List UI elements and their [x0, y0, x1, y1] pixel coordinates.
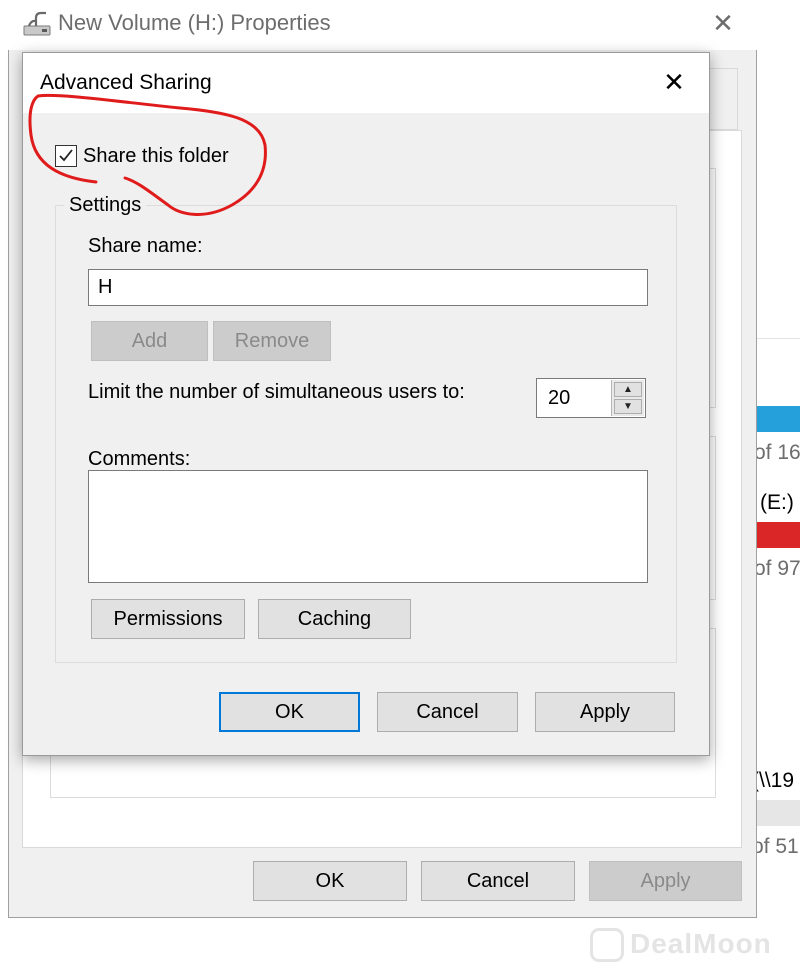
remove-button[interactable]: Remove	[213, 321, 331, 361]
properties-window-title: New Volume (H:) Properties	[58, 10, 331, 35]
spin-up-icon[interactable]: ▲	[614, 382, 642, 397]
watermark-text: DealMoon	[630, 928, 772, 959]
checkmark-icon	[59, 149, 73, 162]
spin-down-icon[interactable]: ▼	[614, 399, 642, 414]
add-button[interactable]: Add	[91, 321, 208, 361]
properties-cancel-button[interactable]: Cancel	[421, 861, 575, 901]
limit-users-label: Limit the number of simultaneous users t…	[88, 381, 465, 403]
drive-usage-bar-blue	[757, 406, 800, 432]
comments-label: Comments:	[88, 448, 191, 470]
share-this-folder-label[interactable]: Share this folder	[83, 145, 229, 168]
permissions-button[interactable]: Permissions	[91, 599, 245, 639]
share-name-input[interactable]: H	[88, 269, 648, 306]
user-limit-value[interactable]: 20	[548, 387, 570, 410]
advanced-sharing-close-icon[interactable]: ✕	[654, 64, 694, 100]
share-this-folder-checkbox[interactable]	[55, 145, 77, 167]
properties-close-icon[interactable]: ✕	[704, 6, 742, 40]
drive-icon	[22, 10, 56, 38]
dialog-cancel-button[interactable]: Cancel	[377, 692, 518, 732]
properties-ok-button[interactable]: OK	[253, 861, 407, 901]
drive-usage-bar-red	[757, 522, 800, 548]
share-name-label: Share name:	[88, 235, 203, 257]
drive-usage-bar-gray	[757, 800, 800, 826]
advanced-sharing-title: Advanced Sharing	[40, 71, 212, 94]
settings-group-title: Settings	[64, 194, 147, 217]
user-limit-spin-buttons: ▲ ▼	[611, 380, 644, 416]
drive-capacity-text: of 97	[754, 557, 800, 580]
drive-capacity-text: of 51	[752, 835, 799, 858]
dealmoon-logo-icon	[590, 928, 624, 962]
drive-name-text: (E:)	[760, 491, 794, 514]
dialog-ok-button[interactable]: OK	[219, 692, 360, 732]
drive-capacity-text: of 16	[754, 441, 800, 464]
caching-button[interactable]: Caching	[258, 599, 411, 639]
comments-textarea[interactable]	[88, 470, 648, 583]
properties-apply-button[interactable]: Apply	[589, 861, 742, 901]
dialog-apply-button[interactable]: Apply	[535, 692, 675, 732]
network-drive-text: (\\19	[752, 769, 795, 792]
